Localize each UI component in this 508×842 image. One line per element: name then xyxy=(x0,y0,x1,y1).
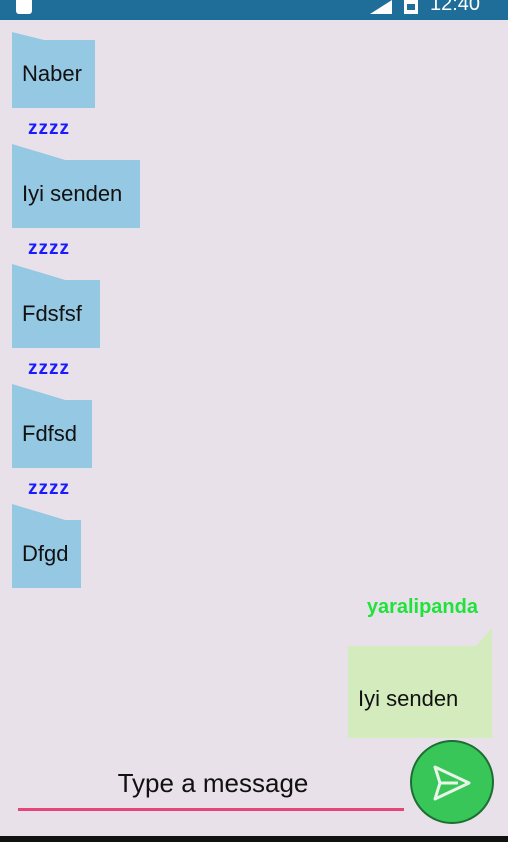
bubble-tail xyxy=(12,264,72,282)
status-bar: 12:40 xyxy=(0,0,508,20)
send-button[interactable] xyxy=(410,740,494,824)
message-text: Dfgd xyxy=(22,541,69,566)
bubble-tail xyxy=(12,32,52,42)
message-sender: zzzz xyxy=(28,238,70,259)
send-icon xyxy=(433,765,471,801)
message-text: Fdsfsf xyxy=(22,301,82,326)
input-underline xyxy=(18,808,404,811)
bubble-tail xyxy=(12,144,72,162)
message-bubble[interactable]: Fdsfsf xyxy=(12,264,100,348)
message-bubble[interactable]: Naber xyxy=(12,32,95,108)
signal-icon xyxy=(370,0,392,14)
message-input[interactable] xyxy=(18,756,408,810)
my-message-text: Iyi senden xyxy=(358,686,459,711)
message-bubble[interactable]: Dfgd xyxy=(12,504,81,588)
navigation-bar xyxy=(0,836,508,842)
message-text: Naber xyxy=(22,61,82,86)
message-bubble[interactable]: Fdfsd xyxy=(12,384,92,468)
message-sender: zzzz xyxy=(28,118,70,139)
message-bubble[interactable]: Iyi senden xyxy=(12,144,140,228)
message-sender: zzzz xyxy=(28,358,70,379)
bubble-tail xyxy=(12,384,72,402)
status-time: 12:40 xyxy=(430,0,481,15)
bubble-tail xyxy=(12,504,72,522)
message-sender: zzzz xyxy=(28,478,70,499)
composer xyxy=(18,756,408,812)
message-text: Fdfsd xyxy=(22,421,78,446)
notification-icon xyxy=(16,0,32,14)
battery-icon xyxy=(404,0,418,14)
my-message-bubble[interactable]: Iyi senden xyxy=(348,628,492,738)
message-text: Iyi senden xyxy=(22,181,123,206)
my-message-sender: yaralipanda xyxy=(366,596,478,618)
bubble-tail xyxy=(476,628,492,646)
